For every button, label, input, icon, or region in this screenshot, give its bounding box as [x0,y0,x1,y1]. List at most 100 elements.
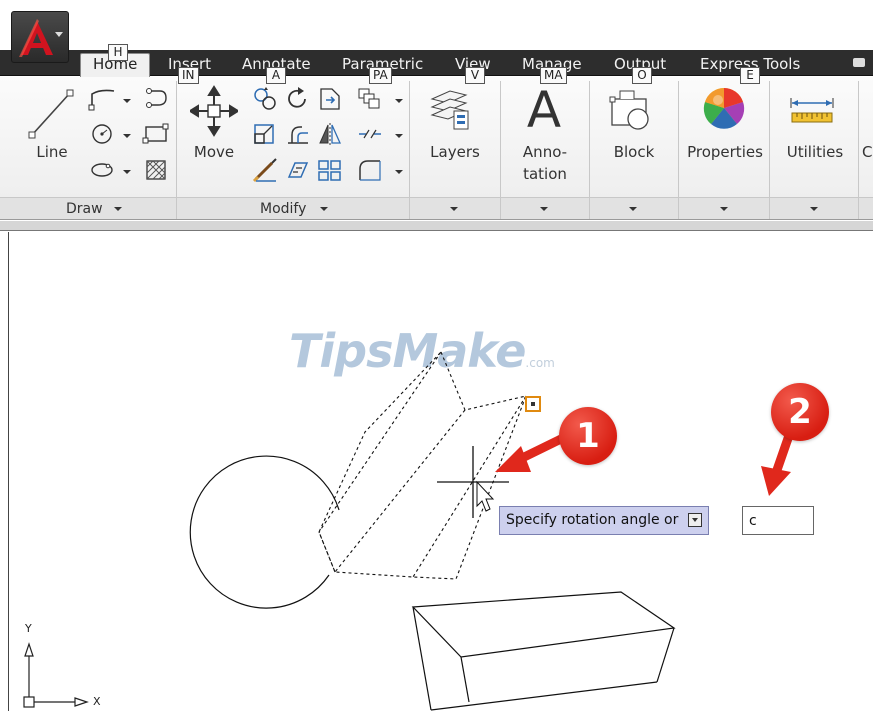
autocad-logo-icon [19,19,53,57]
modify-panel-label[interactable]: Modify [260,201,306,217]
scale-tool-button[interactable] [252,121,280,147]
arc-shape[interactable] [189,455,340,609]
offset-icon [318,160,341,181]
annotation-label-line1: Anno- [522,143,568,161]
chevron-down-icon[interactable] [395,134,403,138]
chevron-down-icon[interactable] [320,207,328,211]
chamfer-dropdown-button[interactable] [356,157,384,183]
layers-label: Layers [430,143,480,161]
svg-text:A: A [527,81,561,135]
annotation-button[interactable]: A [522,81,566,135]
chevron-down-icon[interactable] [123,134,131,138]
hatch-tool-button[interactable] [142,157,170,183]
minimize-ribbon-icon[interactable] [853,58,865,67]
block-button[interactable] [608,85,658,135]
text-a-icon: A [527,81,561,135]
chevron-down-icon[interactable] [114,207,122,211]
chevron-down-icon[interactable] [395,99,403,103]
chevron-down-icon[interactable] [540,207,548,211]
chevron-down-icon[interactable] [123,99,131,103]
circle-tool-button[interactable] [88,121,118,147]
keytip-view: V [465,67,485,84]
ellipse-tool-button[interactable] [88,157,118,183]
keytip-manage: MA [540,67,567,84]
utilities-label: Utilities [786,143,844,161]
step-badge-2: 2 [771,383,829,441]
layers-button[interactable] [426,85,476,135]
dynamic-input-field[interactable] [742,506,814,535]
panel-separator [176,81,177,219]
explode-tool-button[interactable] [284,157,312,183]
fillet-tool-button[interactable] [284,121,312,147]
block-icon [609,90,649,130]
array-dropdown-button[interactable] [356,86,384,112]
grip-center [531,402,535,406]
chevron-down-icon[interactable] [720,207,728,211]
copy-tool-button[interactable] [252,86,280,112]
keytip-parametric: PA [369,67,392,84]
panel-separator [409,81,410,219]
draw-panel-label[interactable]: Draw [66,201,103,217]
hatch-icon [146,160,166,180]
options-dropdown-icon[interactable] [688,513,703,527]
box-shape[interactable] [411,591,676,711]
array-icon [358,88,380,109]
properties-label: Properties [687,143,763,161]
move-icon [190,85,238,137]
drawing-canvas[interactable]: TipsMake.com 1 2 Specify rotation angle … [8,232,873,711]
application-menu-button[interactable] [11,11,69,63]
mirror-tool-button[interactable] [316,121,344,147]
circle-icon [92,124,112,144]
rectangle-tool-button[interactable] [142,121,170,147]
panel-separator [678,81,679,219]
step-badge-1: 1 [559,407,617,465]
offset-tool-button[interactable] [316,157,344,183]
explode-icon [287,162,309,178]
measure-icon [790,98,834,123]
break-icon [359,129,381,139]
chevron-down-icon[interactable] [123,170,131,174]
copy-icon [254,87,276,110]
ucs-y-label: Y [25,622,32,635]
rotate-icon [288,87,306,108]
mirror-icon [319,123,342,145]
polyline-tool-button[interactable] [88,86,120,112]
keytip-home: H [108,44,128,61]
chevron-down-icon [55,32,63,37]
layers-icon [430,90,469,130]
chamfer-icon [359,160,381,181]
utilities-button[interactable] [788,97,836,127]
chevron-down-icon[interactable] [395,170,403,174]
trim-icon [252,158,277,183]
ucs-x-label: X [93,695,101,708]
clipped-panel-footer[interactable] [859,197,873,219]
properties-button[interactable] [700,83,748,133]
chevron-down-icon[interactable] [629,207,637,211]
scale-icon [254,124,274,144]
callout-arrow-1 [495,434,566,472]
file-tabs-bar [0,221,873,231]
chevron-down-icon[interactable] [810,207,818,211]
keytip-output: O [632,67,652,84]
rotate-tool-button[interactable] [284,86,312,112]
polyline-icon [88,89,115,111]
trim-tool-button[interactable] [252,157,280,183]
drawing-geometry [23,351,798,711]
move-tool-button[interactable] [190,85,238,137]
stretch-tool-button[interactable] [316,86,344,112]
annotation-label-line2: tation [523,165,567,183]
chevron-down-icon[interactable] [450,207,458,211]
clipped-panel-label: C [862,143,873,161]
break-dropdown-button[interactable] [356,121,384,147]
stretch-icon [320,88,340,110]
keytip-annotate: A [266,67,286,84]
arc-tool-button[interactable] [142,86,170,112]
panel-separator [858,81,859,219]
ribbon-panel: Line Draw Move Modify Layers A Anno- tat… [0,77,873,220]
dynamic-input-tooltip: Specify rotation angle or [499,506,710,535]
mouse-pointer-icon [476,480,495,512]
line-tool-label: Line [36,143,68,161]
rotation-preview-outline [318,351,527,580]
line-tool-button[interactable] [28,87,74,141]
fillet-icon [288,126,308,144]
